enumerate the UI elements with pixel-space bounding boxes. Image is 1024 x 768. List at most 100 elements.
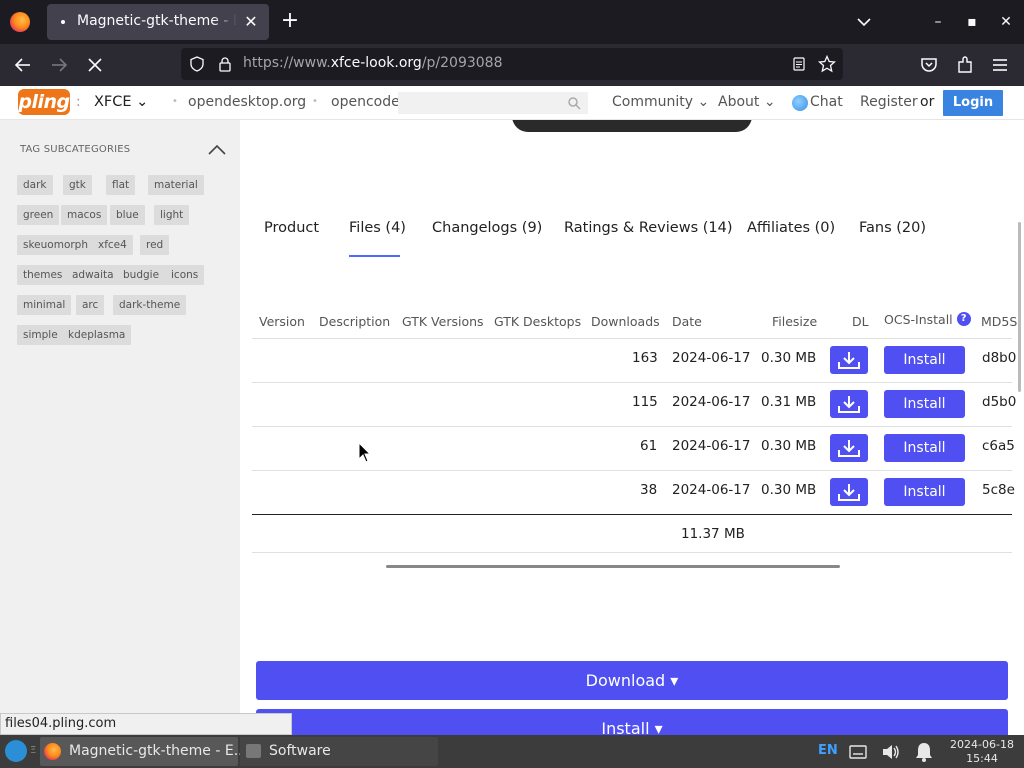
tab-affiliates[interactable]: Affiliates (0) [747,220,835,236]
pocket-icon[interactable] [918,54,940,76]
mouse-cursor-icon [358,442,372,463]
reader-view-icon[interactable] [791,56,807,72]
url-bar[interactable]: https://www.xfce-look.org/p/2093088 [181,48,843,80]
browser-tab-bar: Magnetic-gtk-theme - Ey ✕ + – ▪ ✕ [0,0,1024,44]
site-search-input[interactable] [398,92,588,114]
maximize-icon[interactable]: ▪ [962,12,982,32]
col-header-md5[interactable]: MD5S [981,314,1017,329]
tag-chip[interactable]: skeuomorph [17,235,95,255]
tag-chip[interactable]: icons [165,265,205,285]
taskbar-item-software[interactable]: Software [240,737,438,766]
register-link[interactable]: Register [860,94,918,110]
tag-chip[interactable]: kdeplasma [62,325,132,345]
tag-chip[interactable]: xfce4 [92,235,133,255]
tab-product[interactable]: Product [264,220,319,236]
download-file-button[interactable] [830,478,868,506]
tag-chip[interactable]: red [140,235,170,255]
tab-files[interactable]: Files (4) [349,220,406,236]
back-arrow-icon[interactable] [12,54,34,76]
tag-chip[interactable]: arc [76,295,105,315]
page-vertical-scrollbar[interactable] [1018,222,1021,392]
download-file-button[interactable] [830,346,868,374]
col-header-ocs-install[interactable]: OCS-Install ? [884,312,971,327]
tag-chip[interactable]: green [17,205,60,225]
help-icon[interactable]: ? [956,312,971,326]
tag-chip[interactable]: flat [106,175,136,195]
install-dropdown-button[interactable]: Install ▾ [256,709,1008,735]
hamburger-menu-icon[interactable] [989,54,1011,76]
url-text[interactable]: https://www.xfce-look.org/p/2093088 [243,55,503,71]
download-icon [838,396,860,413]
new-tab-icon[interactable]: + [279,10,301,32]
tag-chip[interactable]: gtk [63,175,92,195]
stop-loading-icon[interactable] [84,54,106,76]
tag-chip[interactable]: simple [17,325,64,345]
notification-bell-icon[interactable] [914,741,934,763]
install-button[interactable]: Install [884,478,965,506]
lock-icon[interactable] [217,56,233,72]
section-dropdown[interactable]: XFCE ⌄ [94,94,148,110]
login-button[interactable]: Login [943,90,1003,116]
tag-chip[interactable]: budgie [117,265,166,285]
clock-date[interactable]: 2024-06-18 [948,738,1016,751]
volume-icon[interactable] [881,743,901,761]
xfce-menu-icon[interactable] [5,740,27,762]
link-opendesktop[interactable]: opendesktop.org [188,94,306,110]
collapse-chevron-icon[interactable] [207,142,227,156]
download-dropdown-button[interactable]: Download ▾ [256,661,1008,700]
shield-icon[interactable] [189,56,205,72]
tag-chip[interactable]: adwaita [66,265,120,285]
about-menu[interactable]: About ⌄ [718,94,776,110]
tag-chip[interactable]: light [154,205,190,225]
tab-fans[interactable]: Fans (20) [859,220,926,236]
search-icon[interactable] [567,96,581,110]
col-header-dl[interactable]: DL [852,314,869,329]
tab-list-chevron-icon[interactable] [854,12,874,32]
col-header-gtk-desktops[interactable]: GTK Desktops [494,314,581,329]
col-header-filesize[interactable]: Filesize [772,314,817,329]
install-button[interactable]: Install [884,346,965,374]
table-horizontal-scrollbar[interactable] [386,565,840,568]
main-content: Product Files (4) Changelogs (9) Ratings… [240,120,1024,735]
link-opencode[interactable]: opencode. [331,94,404,110]
tab-close-icon[interactable]: ✕ [241,12,261,32]
col-header-date[interactable]: Date [672,314,702,329]
tag-chip[interactable]: blue [110,205,145,225]
tag-chip[interactable]: themes [17,265,69,285]
tag-chip[interactable]: material [148,175,204,195]
col-header-gtk-versions[interactable]: GTK Versions [402,314,484,329]
firefox-icon [44,743,61,760]
install-button[interactable]: Install [884,390,965,418]
tab-changelogs[interactable]: Changelogs (9) [432,220,542,236]
extensions-icon[interactable] [954,54,976,76]
download-file-button[interactable] [830,390,868,418]
close-window-icon[interactable]: ✕ [996,12,1016,32]
filesize-cell: 0.30 MB [761,482,817,498]
install-button[interactable]: Install [884,434,965,462]
keyboard-icon[interactable] [849,744,867,760]
tab-ratings-reviews[interactable]: Ratings & Reviews (14) [564,220,733,236]
taskbar-firefox-label: Magnetic-gtk-theme - E... [69,743,248,759]
pling-logo[interactable]: pling [18,89,70,115]
col-header-downloads[interactable]: Downloads [591,314,660,329]
keyboard-layout-indicator[interactable]: EN [818,743,838,758]
chat-link[interactable]: Chat [810,94,843,110]
bookmark-star-icon[interactable] [818,55,836,73]
community-menu[interactable]: Community ⌄ [612,94,709,110]
col-header-version[interactable]: Version [259,314,305,329]
tag-chip[interactable]: minimal [17,295,72,315]
chat-icon[interactable] [792,95,808,111]
clock-time[interactable]: 15:44 [948,752,1016,765]
md5-cell: 5c8e [982,482,1015,498]
tag-chip[interactable]: dark [17,175,53,195]
forward-arrow-icon[interactable] [48,54,70,76]
taskbar-item-firefox[interactable]: Magnetic-gtk-theme - E... [40,737,247,766]
tag-chip[interactable]: dark-theme [113,295,187,315]
download-file-button[interactable] [830,434,868,462]
tag-chip[interactable]: macos [61,205,108,225]
firefox-icon[interactable] [10,12,30,32]
browser-tab-active[interactable]: Magnetic-gtk-theme - Ey ✕ [47,4,269,40]
col-header-description[interactable]: Description [319,314,390,329]
downloads-cell: 163 [632,350,658,366]
minimize-icon[interactable]: – [928,12,948,32]
